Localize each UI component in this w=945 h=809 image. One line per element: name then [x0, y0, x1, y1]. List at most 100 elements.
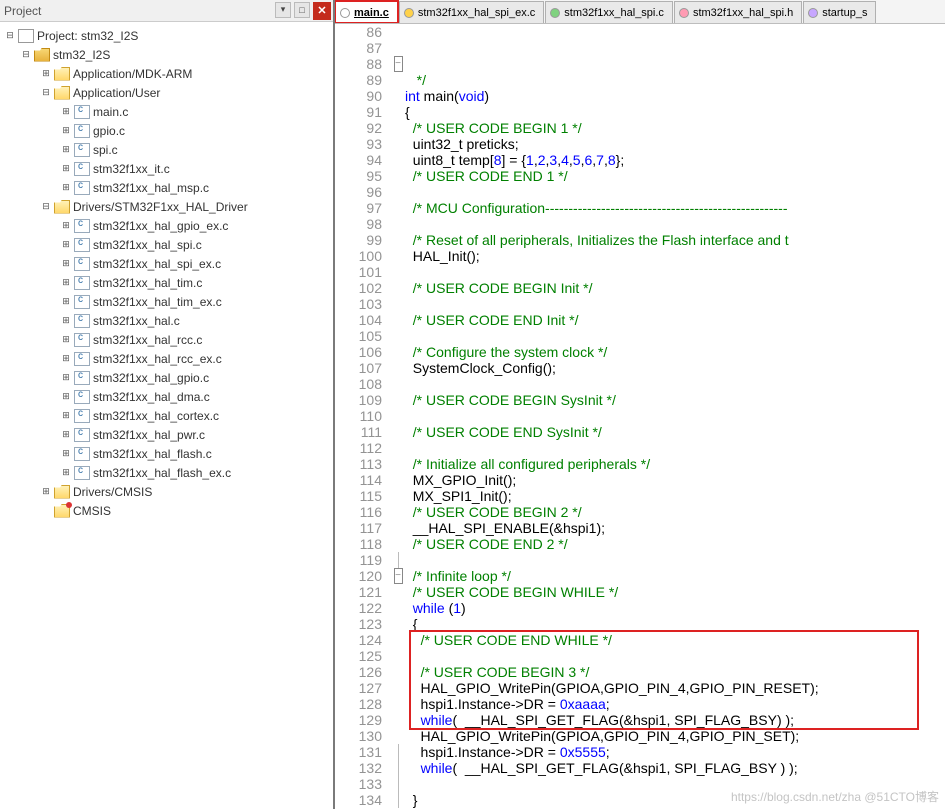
tree-node[interactable]: stm32f1xx_hal_msp.c	[0, 178, 333, 197]
expand-toggle-icon[interactable]	[40, 486, 52, 498]
expand-toggle-icon[interactable]	[60, 391, 72, 403]
tree-node[interactable]: stm32f1xx_hal_rcc.c	[0, 330, 333, 349]
code-line[interactable]	[405, 408, 945, 424]
expand-toggle-icon[interactable]	[60, 467, 72, 479]
editor-tab[interactable]: stm32f1xx_hal_spi.h	[674, 1, 802, 23]
fold-marker[interactable]: −	[391, 568, 405, 584]
code-line[interactable]: /* Infinite loop */	[405, 568, 945, 584]
fold-marker[interactable]	[391, 168, 405, 184]
tree-node[interactable]: CMSIS	[0, 501, 333, 520]
fold-marker[interactable]	[391, 600, 405, 616]
fold-marker[interactable]	[391, 376, 405, 392]
tree-node[interactable]: Application/User	[0, 83, 333, 102]
expand-toggle-icon[interactable]	[60, 277, 72, 289]
fold-marker[interactable]	[391, 88, 405, 104]
fold-marker[interactable]	[391, 72, 405, 88]
tree-node[interactable]: stm32f1xx_hal_pwr.c	[0, 425, 333, 444]
fold-marker[interactable]	[391, 648, 405, 664]
fold-marker[interactable]	[391, 104, 405, 120]
tree-node[interactable]: stm32f1xx_hal_flash.c	[0, 444, 333, 463]
tree-node[interactable]: stm32_I2S	[0, 45, 333, 64]
expand-toggle-icon[interactable]	[60, 258, 72, 270]
fold-marker[interactable]	[391, 248, 405, 264]
expand-toggle-icon[interactable]	[40, 68, 52, 80]
fold-marker[interactable]: −	[391, 56, 405, 72]
expand-toggle-icon[interactable]	[60, 182, 72, 194]
expand-toggle-icon[interactable]	[60, 334, 72, 346]
tree-node[interactable]: stm32f1xx_hal_spi_ex.c	[0, 254, 333, 273]
fold-gutter[interactable]: −−	[391, 24, 405, 809]
fold-marker[interactable]	[391, 680, 405, 696]
tree-node[interactable]: Project: stm32_I2S	[0, 26, 333, 45]
code-line[interactable]: SystemClock_Config();	[405, 360, 945, 376]
editor-tab[interactable]: main.c	[335, 1, 398, 23]
code-line[interactable]	[405, 216, 945, 232]
code-line[interactable]: /* USER CODE BEGIN WHILE */	[405, 584, 945, 600]
code-line[interactable]: /* Reset of all peripherals, Initializes…	[405, 232, 945, 248]
code-line[interactable]	[405, 328, 945, 344]
tree-node[interactable]: stm32f1xx_hal_tim_ex.c	[0, 292, 333, 311]
fold-marker[interactable]	[391, 488, 405, 504]
fold-marker[interactable]	[391, 344, 405, 360]
expand-toggle-icon[interactable]	[20, 49, 32, 61]
code-line[interactable]: /* MCU Configuration--------------------…	[405, 200, 945, 216]
code-line[interactable]: /* USER CODE BEGIN SysInit */	[405, 392, 945, 408]
code-line[interactable]: MX_GPIO_Init();	[405, 472, 945, 488]
tree-node[interactable]: spi.c	[0, 140, 333, 159]
fold-marker[interactable]	[391, 408, 405, 424]
expand-toggle-icon[interactable]	[60, 239, 72, 251]
fold-marker[interactable]	[391, 696, 405, 712]
code-line[interactable]: while (1)	[405, 600, 945, 616]
code-editor[interactable]: 8687888990919293949596979899100101102103…	[335, 24, 945, 809]
fold-marker[interactable]	[391, 744, 405, 760]
fold-marker[interactable]	[391, 360, 405, 376]
tree-node[interactable]: stm32f1xx_it.c	[0, 159, 333, 178]
fold-marker[interactable]	[391, 456, 405, 472]
code-line[interactable]: /* USER CODE BEGIN 2 */	[405, 504, 945, 520]
expand-toggle-icon[interactable]	[60, 106, 72, 118]
code-line[interactable]: uint32_t preticks;	[405, 136, 945, 152]
tree-node[interactable]: Drivers/CMSIS	[0, 482, 333, 501]
fold-marker[interactable]	[391, 552, 405, 568]
tree-node[interactable]: stm32f1xx_hal_gpio.c	[0, 368, 333, 387]
panel-pin-button[interactable]: ▾	[275, 2, 291, 18]
code-line[interactable]	[405, 440, 945, 456]
expand-toggle-icon[interactable]	[40, 201, 52, 213]
tree-node[interactable]: stm32f1xx_hal_dma.c	[0, 387, 333, 406]
code-line[interactable]: /* USER CODE END 1 */	[405, 168, 945, 184]
fold-marker[interactable]	[391, 632, 405, 648]
editor-tab[interactable]: stm32f1xx_hal_spi_ex.c	[399, 1, 544, 23]
tree-node[interactable]: stm32f1xx_hal.c	[0, 311, 333, 330]
fold-marker[interactable]	[391, 184, 405, 200]
fold-marker[interactable]	[391, 280, 405, 296]
fold-marker[interactable]	[391, 392, 405, 408]
code-line[interactable]	[405, 184, 945, 200]
project-tree[interactable]: Project: stm32_I2Sstm32_I2SApplication/M…	[0, 22, 333, 809]
fold-marker[interactable]	[391, 712, 405, 728]
expand-toggle-icon[interactable]	[60, 125, 72, 137]
tree-node[interactable]: stm32f1xx_hal_tim.c	[0, 273, 333, 292]
fold-marker[interactable]	[391, 504, 405, 520]
fold-marker[interactable]	[391, 232, 405, 248]
code-line[interactable]	[405, 264, 945, 280]
fold-marker[interactable]	[391, 312, 405, 328]
fold-marker[interactable]	[391, 296, 405, 312]
code-line[interactable]: {	[405, 104, 945, 120]
fold-marker[interactable]	[391, 536, 405, 552]
expand-toggle-icon[interactable]	[60, 353, 72, 365]
code-line[interactable]: __HAL_SPI_ENABLE(&hspi1);	[405, 520, 945, 536]
tree-node[interactable]: stm32f1xx_hal_rcc_ex.c	[0, 349, 333, 368]
code-line[interactable]: hspi1.Instance->DR = 0x5555;	[405, 744, 945, 760]
code-line[interactable]	[405, 776, 945, 792]
code-line[interactable]: HAL_GPIO_WritePin(GPIOA,GPIO_PIN_4,GPIO_…	[405, 728, 945, 744]
tree-node[interactable]: Application/MDK-ARM	[0, 64, 333, 83]
fold-marker[interactable]	[391, 440, 405, 456]
fold-marker[interactable]	[391, 616, 405, 632]
expand-toggle-icon[interactable]	[60, 372, 72, 384]
tree-node[interactable]: stm32f1xx_hal_gpio_ex.c	[0, 216, 333, 235]
tree-node[interactable]: stm32f1xx_hal_spi.c	[0, 235, 333, 254]
code-line[interactable]: /* USER CODE END SysInit */	[405, 424, 945, 440]
code-line[interactable]: /* USER CODE END Init */	[405, 312, 945, 328]
tree-node[interactable]: stm32f1xx_hal_cortex.c	[0, 406, 333, 425]
code-line[interactable]: }	[405, 792, 945, 808]
